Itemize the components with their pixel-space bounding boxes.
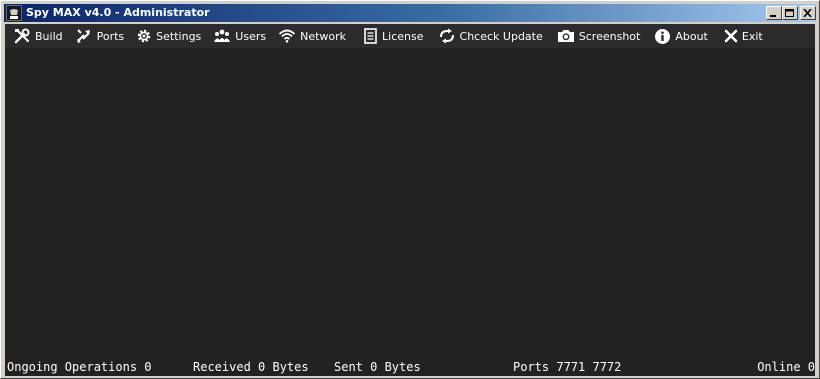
main-toolbar: Build Ports Settings Users Network Licen… — [5, 24, 815, 48]
toolbar-license-button[interactable]: License — [352, 24, 429, 48]
users-icon — [214, 29, 231, 42]
build-tools-icon — [14, 28, 30, 44]
toolbar-settings-label: Settings — [156, 29, 202, 43]
toolbar-check-update-button[interactable]: Chceck Update — [430, 24, 549, 48]
toolbar-about-label: About — [675, 29, 708, 43]
toolbar-ports-label: Ports — [96, 29, 125, 43]
wifi-icon — [278, 29, 296, 43]
toolbar-network-button[interactable]: Network — [272, 24, 352, 48]
status-ports: Ports 7771 7772 — [513, 360, 622, 374]
toolbar-users-button[interactable]: Users — [207, 24, 272, 48]
ports-arrows-icon — [76, 29, 90, 43]
app-window: Spy MAX v4.0 - Administrator Build Ports… — [0, 0, 820, 379]
status-online-count: Online 0 — [757, 360, 815, 374]
toolbar-network-label: Network — [300, 29, 347, 43]
minimize-icon — [770, 15, 776, 17]
gear-icon — [137, 29, 151, 43]
toolbar-build-label: Build — [35, 29, 63, 43]
status-sent-bytes: Sent 0 Bytes — [334, 360, 421, 374]
status-ongoing-operations: Ongoing Operations 0 — [7, 360, 152, 374]
maximize-icon — [785, 9, 794, 17]
toolbar-screenshot-label: Screenshot — [578, 29, 641, 43]
document-icon — [364, 27, 377, 44]
camera-icon — [557, 30, 574, 42]
toolbar-ports-button[interactable]: Ports — [69, 24, 131, 48]
update-arrows-icon — [439, 28, 454, 44]
close-x-icon — [724, 29, 738, 43]
toolbar-users-label: Users — [235, 29, 267, 43]
toolbar-license-label: License — [382, 29, 424, 43]
toolbar-check-update-label: Chceck Update — [459, 29, 543, 43]
status-received-bytes: Received 0 Bytes — [193, 360, 309, 374]
maximize-button[interactable] — [782, 6, 798, 20]
title-bar[interactable]: Spy MAX v4.0 - Administrator — [4, 4, 816, 22]
spy-max-app-icon[interactable] — [6, 5, 22, 21]
window-title: Spy MAX v4.0 - Administrator — [26, 6, 210, 19]
toolbar-exit-button[interactable]: Exit — [714, 24, 769, 48]
info-icon — [655, 28, 671, 44]
toolbar-build-button[interactable]: Build — [5, 24, 69, 48]
close-button[interactable] — [800, 6, 816, 20]
main-content-area[interactable] — [5, 48, 815, 358]
minimize-button[interactable] — [766, 6, 782, 20]
toolbar-settings-button[interactable]: Settings — [130, 24, 207, 48]
close-icon — [803, 9, 812, 17]
toolbar-exit-label: Exit — [741, 29, 763, 43]
toolbar-screenshot-button[interactable]: Screenshot — [549, 24, 647, 48]
status-bar: Ongoing Operations 0 Received 0 Bytes Se… — [5, 358, 815, 376]
toolbar-about-button[interactable]: About — [646, 24, 714, 48]
